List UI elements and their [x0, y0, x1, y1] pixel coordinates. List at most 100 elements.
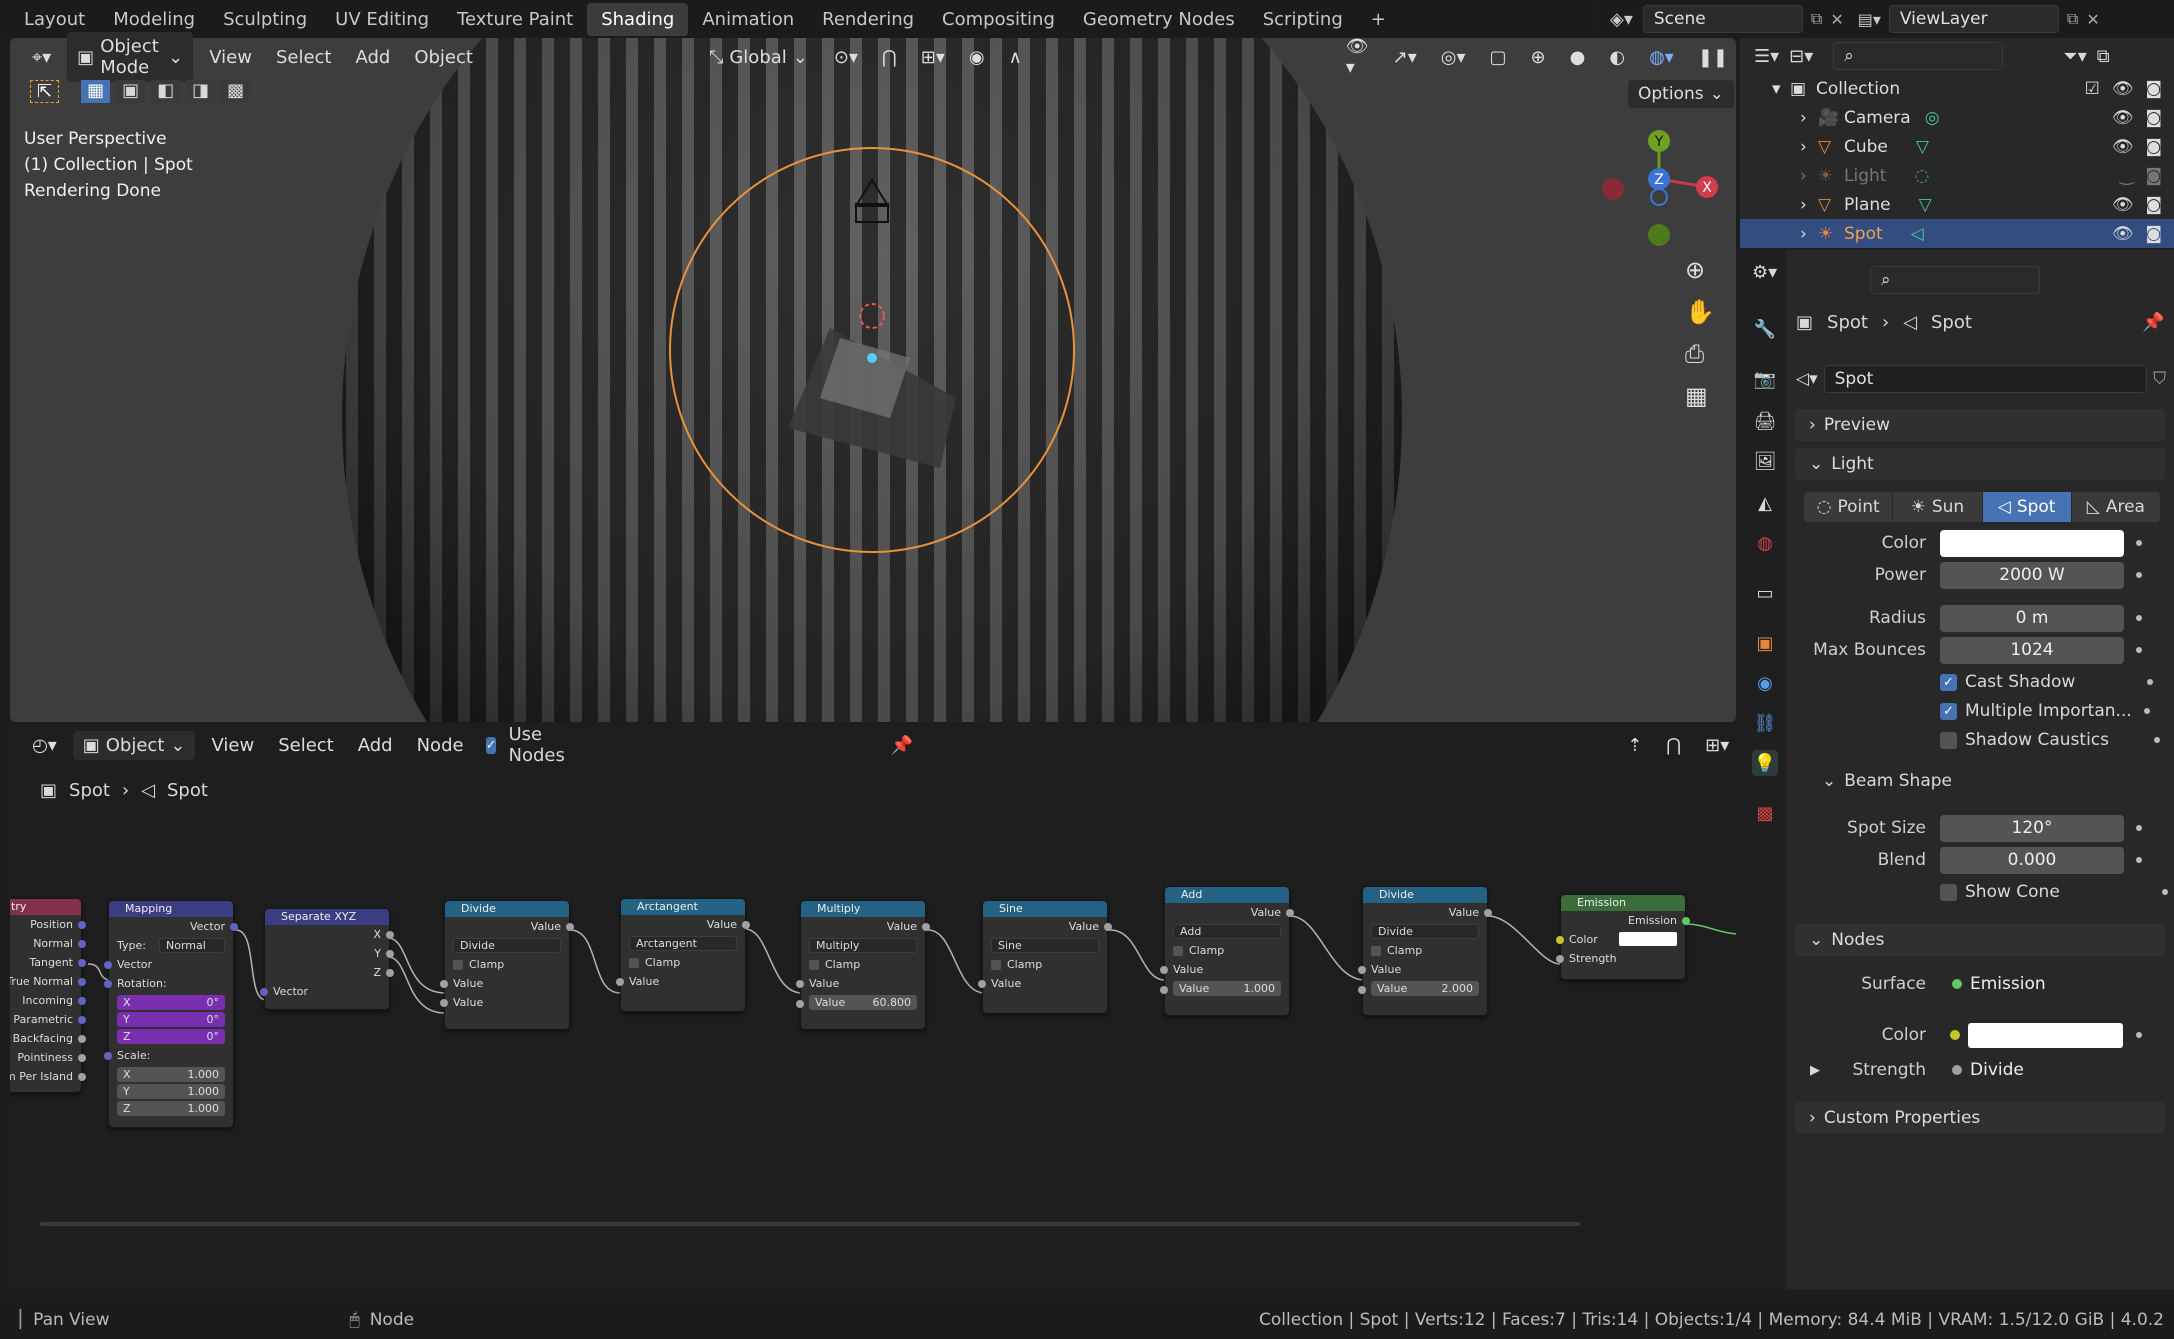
gizmo-neg-x-axis[interactable] [1602, 178, 1624, 200]
menu-select[interactable]: Select [270, 731, 342, 760]
view-layer-tab-icon[interactable]: 🖼 [1752, 448, 1778, 474]
radius-field[interactable]: 0 m [1940, 604, 2124, 632]
tool-tab-icon[interactable]: 🔧 [1752, 316, 1778, 342]
viewlayer-selector[interactable]: ViewLayer [1888, 5, 2059, 33]
camera-render-icon[interactable]: ◙ [2146, 166, 2163, 186]
expand-right-icon[interactable]: › [1800, 224, 1818, 244]
select-subtract-icon[interactable]: ◧ [151, 80, 181, 103]
mesh-data-icon[interactable]: ▽ [1919, 195, 1932, 215]
options-dropdown[interactable]: Options ⌄ [1628, 80, 1734, 108]
scale-z-field[interactable]: Z 1.000 [117, 1101, 225, 1116]
scene-icon[interactable]: ◈▾ [1610, 9, 1633, 30]
outliner-item-light[interactable]: › ☀ Light ◌ ‿ ◙ [1740, 161, 2174, 190]
transform-orientation-dropdown[interactable]: ⤡ Global ⌄ [699, 43, 818, 72]
menu-node[interactable]: Node [409, 731, 472, 760]
scene-selector[interactable]: Scene [1642, 5, 1803, 33]
mode-dropdown[interactable]: ▣ Object Mode ⌄ [67, 32, 194, 82]
rendered-shading-icon[interactable]: ◍▾ [1641, 43, 1682, 72]
expand-right-icon[interactable]: ▶ [1810, 1063, 1834, 1078]
camera-data-icon[interactable]: ◎ [1925, 108, 1940, 128]
pin-icon[interactable]: 📌 [883, 731, 921, 760]
menu-add[interactable]: Add [350, 731, 401, 760]
surface-shader-field[interactable]: Emission [1940, 970, 2124, 998]
tab-shading[interactable]: Shading [587, 2, 689, 36]
copy-scene-icon[interactable]: ⧉ [1811, 9, 1822, 29]
add-workspace-button[interactable]: + [1357, 3, 1400, 36]
parent-node-tree-icon[interactable]: ⇡ [1619, 731, 1650, 760]
outliner-item-plane[interactable]: › ▽ Plane ▽ 👁 ◙ [1740, 190, 2174, 219]
gizmo-neg-y-axis[interactable] [1648, 224, 1670, 246]
expand-right-icon[interactable]: › [1800, 137, 1818, 157]
eye-icon[interactable]: 👁 [2112, 79, 2134, 99]
clamp-checkbox[interactable]: Clamp [1165, 941, 1289, 960]
viewlayer-icon[interactable]: ▤▾ [1858, 10, 1881, 29]
clamp-checkbox[interactable]: Clamp [1363, 941, 1487, 960]
delete-viewlayer-icon[interactable]: ✕ [2086, 10, 2099, 29]
separate-xyz-node[interactable]: Separate XYZ X Y Z Vector [260, 908, 394, 1010]
color-swatch[interactable] [1968, 1022, 2123, 1048]
operation-select[interactable]: Divide [1371, 924, 1479, 939]
copy-viewlayer-icon[interactable]: ⧉ [2067, 9, 2078, 29]
spot-size-field[interactable]: 120° [1940, 814, 2124, 842]
shader-type-dropdown[interactable]: ▣ Object ⌄ [72, 730, 196, 760]
camera-render-icon[interactable]: ◙ [2146, 108, 2163, 128]
tab-animation[interactable]: Animation [688, 3, 808, 36]
breadcrumb-object[interactable]: Spot [69, 780, 110, 801]
constraints-tab-icon[interactable]: ⛓ [1752, 710, 1778, 736]
divide-node-2[interactable]: Divide Value Divide Clamp Value Value 2.0… [1358, 886, 1492, 1016]
strength-link-field[interactable]: Divide [1940, 1056, 2124, 1084]
camera-render-icon[interactable]: ◙ [2146, 137, 2163, 157]
light-type-sun[interactable]: ☀ Sun [1893, 492, 1982, 522]
geometry-node[interactable]: try Position Normal Tangent True Normal … [10, 898, 86, 1093]
arctangent-node[interactable]: Arctangent Value Arctangent Clamp Value [616, 898, 750, 1012]
expand-right-icon[interactable]: › [1800, 195, 1818, 215]
snap-target-icon[interactable]: ⊞▾ [913, 43, 953, 72]
value-field[interactable]: Value 60.800 [809, 995, 917, 1010]
sine-node[interactable]: Sine Value Sine Clamp Value [978, 900, 1112, 1014]
keyframe-dot[interactable] [2136, 615, 2142, 621]
tab-sculpting[interactable]: Sculpting [209, 3, 321, 36]
scale-x-field[interactable]: X 1.000 [117, 1067, 225, 1082]
light-type-spot[interactable]: ◁ Spot [1982, 492, 2071, 522]
blend-field[interactable]: 0.000 [1940, 846, 2124, 874]
filter-icon[interactable]: ⏷▾ [2063, 46, 2086, 67]
max-bounces-field[interactable]: 1024 [1940, 636, 2124, 664]
emission-node[interactable]: Emission Emission Color Strength [1556, 894, 1690, 980]
perspective-grid-icon[interactable]: ▦ [1685, 382, 1715, 410]
clamp-checkbox[interactable]: Clamp [445, 955, 569, 974]
include-checkbox-icon[interactable]: ☑ [2085, 79, 2100, 99]
menu-select[interactable]: Select [268, 43, 340, 72]
snap-icon[interactable]: ⋂ [1658, 731, 1689, 760]
horizontal-scrollbar[interactable] [40, 1222, 1580, 1226]
xray-icon[interactable]: ▢ [1482, 43, 1515, 72]
eye-icon[interactable]: 👁 [2112, 137, 2134, 157]
scene-tab-icon[interactable]: ◭ [1752, 490, 1778, 516]
new-collection-icon[interactable]: ⧉ [2097, 46, 2110, 67]
light-type-point[interactable]: ◌ Point [1804, 492, 1893, 522]
camera-view-icon[interactable]: ⎙ [1685, 340, 1715, 368]
solid-shading-icon[interactable]: ● [1562, 43, 1594, 72]
keyframe-dot[interactable] [2154, 737, 2160, 743]
menu-add[interactable]: Add [347, 43, 398, 72]
select-tool-icon[interactable]: ⇱ [30, 80, 60, 103]
keyframe-dot[interactable] [2143, 708, 2150, 714]
operation-select[interactable]: Divide [453, 938, 561, 953]
outliner-item-spot[interactable]: › ☀ Spot ◁ 👁 ◙ [1740, 219, 2174, 248]
clamp-checkbox[interactable]: Clamp [621, 953, 745, 972]
keyframe-dot[interactable] [2136, 857, 2142, 863]
snap-target-icon[interactable]: ⊞▾ [1697, 731, 1737, 760]
eye-icon[interactable]: 👁 [2112, 195, 2134, 215]
select-new-icon[interactable]: ▦ [81, 80, 111, 103]
navigation-gizmo[interactable]: Y Z X [1595, 125, 1725, 255]
pause-render-icon[interactable]: ❚❚ [1690, 43, 1736, 72]
mapping-node[interactable]: Mapping Vector Type: Normal Vector Rotati… [104, 900, 238, 1128]
menu-view[interactable]: View [201, 43, 260, 72]
expand-right-icon[interactable]: › [1800, 108, 1818, 128]
mis-checkbox[interactable]: ✓ [1940, 702, 1957, 720]
mesh-data-icon[interactable]: ▽ [1916, 137, 1929, 157]
keyframe-dot[interactable] [2136, 540, 2142, 546]
light-panel-header[interactable]: ⌄ Light [1795, 448, 2165, 480]
operation-select[interactable]: Sine [991, 938, 1099, 953]
clamp-checkbox[interactable]: Clamp [801, 955, 925, 974]
pan-hand-icon[interactable]: ✋ [1685, 298, 1715, 326]
